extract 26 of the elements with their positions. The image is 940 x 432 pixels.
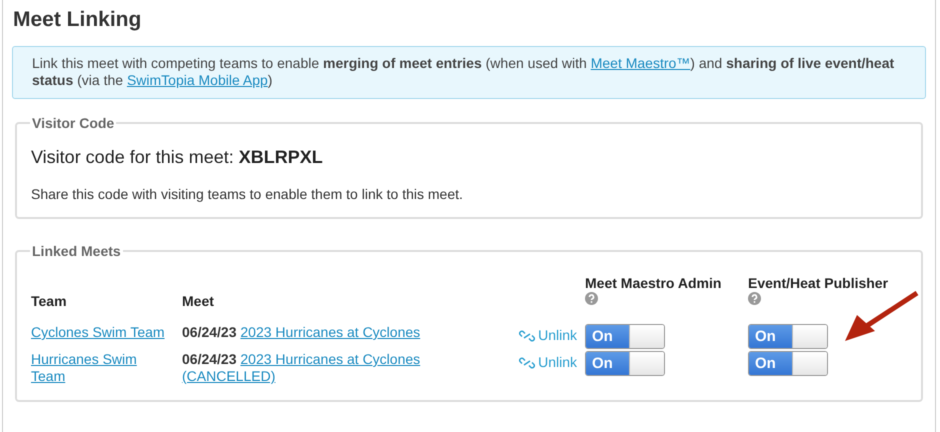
column-header: Meet Maestro Admin bbox=[585, 275, 722, 291]
column-header: Event/Heat Publisher bbox=[748, 275, 888, 291]
visitor-code-note: Share this code with visiting teams to enable them to link to this meet. bbox=[31, 186, 464, 202]
help-icon[interactable] bbox=[748, 292, 761, 305]
toggle-switch[interactable]: On bbox=[585, 324, 665, 349]
help-icon[interactable] bbox=[585, 292, 598, 305]
column-header: Meet bbox=[182, 293, 214, 309]
unlink-button[interactable]: Unlink bbox=[519, 354, 577, 371]
mobile-app-link[interactable]: SwimTopia Mobile App bbox=[126, 72, 268, 88]
team-link[interactable]: Hurricanes Swim Team bbox=[31, 351, 169, 385]
page-title: Meet Linking bbox=[12, 7, 142, 33]
column-header: Team bbox=[31, 293, 67, 309]
visitor-code-text: Visitor code for this meet: XBLRPXL bbox=[31, 147, 324, 168]
meet-maestro-link[interactable]: Meet Maestro™ bbox=[590, 55, 690, 71]
toggle-switch[interactable]: On bbox=[748, 324, 828, 349]
meet-entry[interactable]: 06/24/23 2023 Hurricanes at Cyclones bbox=[182, 324, 467, 341]
broken-link-icon bbox=[519, 328, 536, 342]
info-text: Link this meet with competing teams to enable merging of meet entries (when used with Meet Maestro™) and sharing of live event/heat status (via the SwimTopia Mobile App) bbox=[32, 55, 894, 88]
broken-link-icon bbox=[519, 356, 536, 370]
panel-legend: Visitor Code bbox=[30, 115, 116, 131]
toggle-switch[interactable]: On bbox=[748, 351, 828, 376]
meet-entry[interactable]: 06/24/23 2023 Hurricanes at Cyclones (CANCELLED) bbox=[182, 351, 467, 385]
panel-legend: Linked Meets bbox=[30, 243, 123, 259]
unlink-button[interactable]: Unlink bbox=[519, 327, 577, 344]
toggle-switch[interactable]: On bbox=[585, 351, 665, 376]
team-link[interactable]: Cyclones Swim Team bbox=[31, 324, 165, 341]
